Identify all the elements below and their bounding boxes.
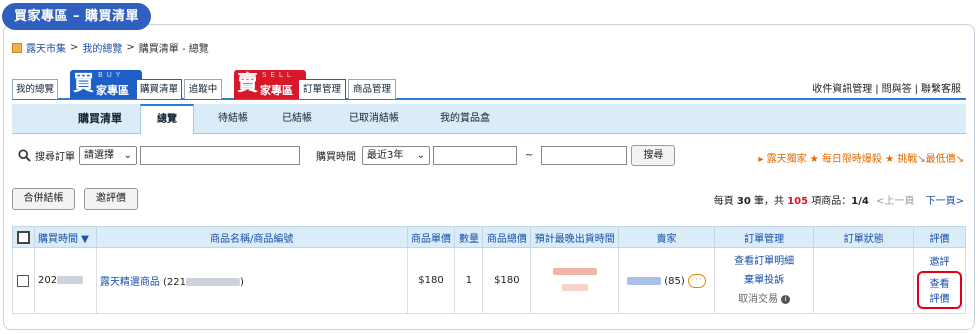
total-price: $180 xyxy=(482,247,532,314)
prev-page-link: <上一頁 xyxy=(876,196,915,207)
order-status xyxy=(813,247,915,314)
link-qa[interactable]: 問與答 xyxy=(879,84,915,95)
tab-my-overview[interactable]: 我的總覽 xyxy=(12,79,58,99)
invite-rating-link[interactable]: 邀評 xyxy=(917,253,962,268)
col-qty: 數量 xyxy=(454,226,484,248)
sub-tab-prize-box[interactable]: 我的賞品盒 xyxy=(432,104,498,134)
next-page-link[interactable]: 下一頁> xyxy=(926,196,964,207)
product-code: (221 xyxy=(163,277,187,288)
col-product: 商品名稱/商品編號 xyxy=(95,226,408,248)
purchase-time-label: 購買時間 xyxy=(316,151,356,163)
col-order-management: 訂單管理 xyxy=(713,226,815,248)
chat-icon[interactable]: ··· xyxy=(687,273,706,288)
view-order-detail-link[interactable]: 查看訂單明細 xyxy=(718,252,811,271)
chevron-down-icon: ⌄ xyxy=(416,149,425,161)
purchase-time: 202 xyxy=(37,275,58,286)
col-ship-deadline: 預計最晚出貨時間 xyxy=(530,226,620,248)
total-count: 105 xyxy=(787,196,809,207)
sub-tab-overview[interactable]: 總覽 xyxy=(140,104,194,135)
time-range-select[interactable]: 最近3年 ⌄ xyxy=(362,145,430,165)
select-all-checkbox[interactable] xyxy=(16,230,30,244)
view-rating-link[interactable]: 查看評價 xyxy=(917,270,962,309)
search-icon xyxy=(18,148,31,162)
search-order-label: 搜尋訂單 xyxy=(35,151,75,163)
breadcrumb-link-home[interactable]: 露天市集 xyxy=(26,40,66,55)
sub-tab-checked-out[interactable]: 已結帳 xyxy=(274,104,320,134)
col-purchase-time[interactable]: 購買時間 ▼ xyxy=(33,226,97,248)
table-header-row: 購買時間 ▼ 商品名稱/商品編號 商品單價 數量 商品總價 預計最晚出貨時間 賣… xyxy=(12,226,966,248)
sub-tab-pending-checkout[interactable]: 待結帳 xyxy=(208,104,258,134)
breadcrumb-link-overview[interactable]: 我的總覽 xyxy=(82,40,122,55)
row-checkbox[interactable] xyxy=(17,274,30,287)
breadcrumb-current: 購買清單 - 總覽 xyxy=(138,44,209,55)
sub-tab-cancelled[interactable]: 已取消結帳 xyxy=(342,104,406,134)
invite-rating-button[interactable]: 邀評價 xyxy=(84,188,138,210)
seller-score: (85) xyxy=(664,275,685,287)
link-shipping-info[interactable]: 收件資訊管理 xyxy=(809,84,875,95)
quantity: 1 xyxy=(454,247,484,314)
ship-deadline xyxy=(530,247,620,314)
promo-link[interactable]: ▸ 露天獨家 ★ 每日限時爆殺 ★ 挑戰↘最低價↘ xyxy=(758,150,964,165)
search-row: 搜尋訂單 請選擇 ⌄ 購買時間 最近3年 ⌄ ~ 搜尋 xyxy=(18,144,676,166)
breadcrumb: 露天市集 > 我的總覽 > 購買清單 - 總覽 xyxy=(12,40,209,55)
date-to-input[interactable] xyxy=(541,145,628,165)
page-header-title: 買家專區 – 購買清單 xyxy=(2,3,152,30)
tab-tracking[interactable]: 追蹤中 xyxy=(184,79,222,99)
order-field-select[interactable]: 請選擇 ⌄ xyxy=(79,145,137,165)
link-contact-support[interactable]: 聯繫客服 xyxy=(918,84,964,95)
date-from-input[interactable] xyxy=(433,145,517,165)
seller-name-link[interactable] xyxy=(627,276,662,285)
sub-tab-title: 購買清單 xyxy=(78,112,122,125)
col-order-status: 訂單狀態 xyxy=(813,226,915,248)
product-link[interactable]: 露天精選商品 xyxy=(100,277,160,288)
chevron-down-icon: ⌄ xyxy=(123,149,132,161)
tab-buy-list[interactable]: 購買清單 xyxy=(136,79,182,99)
redacted-time xyxy=(57,276,84,284)
top-links: 收件資訊管理 | 問與答 | 聯繫客服 xyxy=(809,80,964,95)
tab-product-management[interactable]: 商品管理 xyxy=(348,79,396,99)
abandon-complaint-link[interactable]: 棄單投訴 xyxy=(718,271,811,290)
redacted-code xyxy=(186,278,241,286)
buyer-zone-logo: 買 BUY 家專區 xyxy=(70,70,142,99)
col-seller: 賣家 xyxy=(618,226,715,248)
page-indicator: 1/4 xyxy=(851,196,869,207)
seller-zone-logo: 賣 SELL 家專區 xyxy=(234,70,306,99)
table-row: 202 露天精選商品 (221) $180 1 $180 (85) ··· 查看… xyxy=(12,247,966,314)
cancel-transaction-label: 取消交易 xyxy=(738,294,779,305)
search-button[interactable]: 搜尋 xyxy=(631,144,676,166)
top-tab-bar: 我的總覽 買 BUY 家專區 購買清單 追蹤中 賣 SELL 家專區 訂單管理 … xyxy=(12,70,966,100)
col-rating: 評價 xyxy=(913,226,966,248)
info-icon[interactable]: i xyxy=(781,294,791,304)
order-search-input[interactable] xyxy=(140,145,300,165)
sub-tab-bar: 購買清單 總覽 待結帳 已結帳 已取消結帳 我的賞品盒 xyxy=(12,104,966,135)
breadcrumb-icon xyxy=(12,42,22,53)
col-unit-price: 商品單價 xyxy=(406,226,456,248)
merge-checkout-button[interactable]: 合併結帳 xyxy=(12,188,75,210)
pagination: 每頁 30 筆，共 105 項商品：1/4 <上一頁 下一頁> xyxy=(713,196,964,207)
purchase-table: 購買時間 ▼ 商品名稱/商品編號 商品單價 數量 商品總價 預計最晚出貨時間 賣… xyxy=(12,226,966,314)
tab-order-management[interactable]: 訂單管理 xyxy=(298,79,346,99)
unit-price: $180 xyxy=(406,247,456,314)
col-total: 商品總價 xyxy=(482,226,532,248)
